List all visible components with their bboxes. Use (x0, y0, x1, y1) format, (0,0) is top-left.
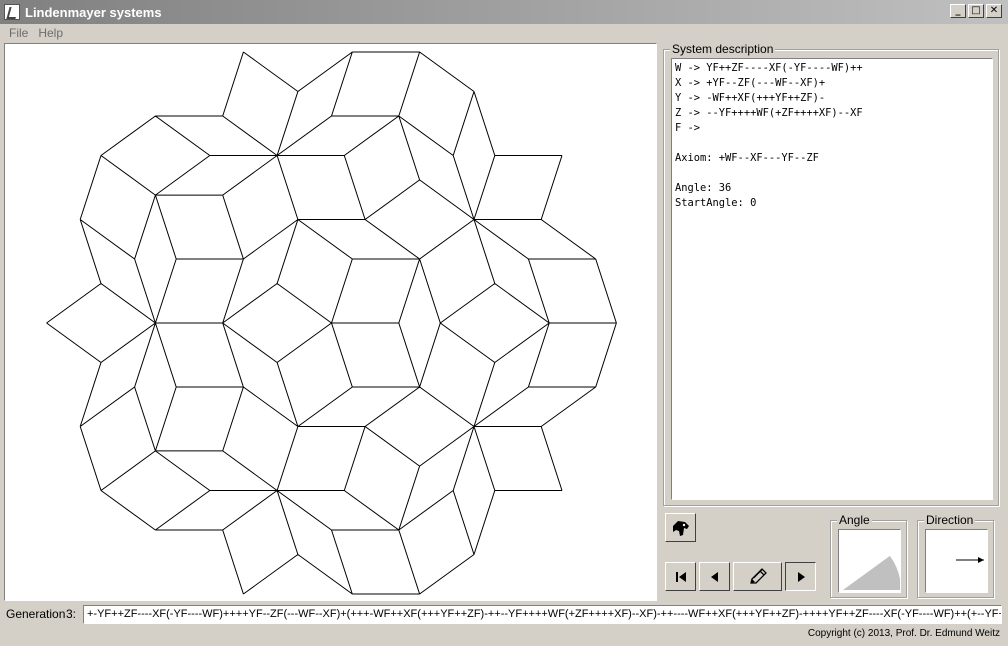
angle-preview (838, 529, 901, 593)
generation-number: 3: (66, 607, 77, 621)
step-forward-icon (797, 571, 805, 582)
menu-bar: File Help (0, 24, 1008, 42)
turtle-icon (672, 520, 689, 536)
window-title: Lindenmayer systems (25, 4, 162, 20)
generation-string-field[interactable]: +-YF++ZF----XF(-YF----WF)++++YF--ZF(---W… (83, 605, 1002, 624)
menu-help[interactable]: Help (33, 26, 68, 40)
minimize-button[interactable]: _ (950, 4, 966, 18)
system-description-text[interactable]: W -> YF++ZF----XF(-YF----WF)++ X -> +YF-… (671, 58, 993, 500)
copyright-text: Copyright (c) 2013, Prof. Dr. Edmund Wei… (807, 628, 1000, 639)
direction-preview (925, 529, 988, 593)
close-button[interactable]: ✕ (986, 4, 1002, 18)
skip-start-icon (675, 571, 686, 582)
tiling-lines (46, 51, 617, 595)
direction-arrow-icon (956, 557, 984, 563)
turtle-button[interactable] (665, 513, 696, 542)
edit-button[interactable] (733, 562, 782, 591)
step-back-icon (710, 571, 718, 582)
penrose-tiling-drawing (46, 51, 617, 595)
direction-label: Direction (924, 513, 976, 527)
system-description-group: System description W -> YF++ZF----XF(-YF… (663, 42, 999, 506)
first-generation-button[interactable] (665, 562, 696, 591)
next-generation-button[interactable] (785, 562, 816, 591)
generation-label: Generation (6, 607, 66, 621)
app-icon (4, 4, 20, 20)
system-description-label: System description (670, 42, 776, 56)
previous-generation-button[interactable] (699, 562, 730, 591)
angle-group: Angle (830, 513, 907, 598)
maximize-button[interactable]: □ (968, 4, 984, 18)
angle-wedge (843, 555, 900, 590)
window-controls: _ □ ✕ (950, 4, 1002, 18)
direction-group: Direction (917, 513, 994, 598)
menu-file[interactable]: File (4, 26, 33, 40)
title-bar[interactable]: Lindenmayer systems _ □ ✕ (0, 0, 1008, 24)
angle-label: Angle (837, 513, 872, 527)
drawing-canvas[interactable] (4, 43, 657, 601)
pencil-icon (749, 567, 767, 584)
